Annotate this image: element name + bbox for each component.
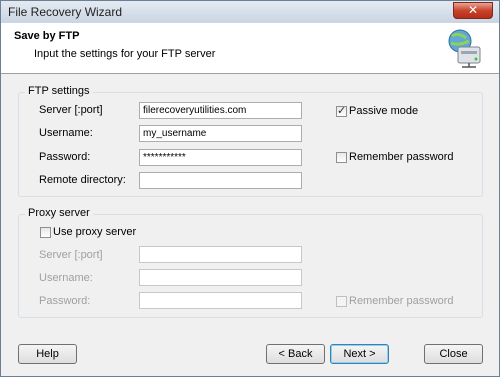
passive-mode-checkbox[interactable]: ✓ <box>336 104 347 117</box>
proxy-password-input[interactable] <box>139 292 302 309</box>
wizard-header: Save by FTP Input the settings for your … <box>1 23 499 74</box>
checkmark-icon: ✓ <box>337 104 347 117</box>
wizard-window: File Recovery Wizard ✕ Save by FTP Input… <box>0 0 500 377</box>
proxy-password-label: Password: <box>39 295 91 307</box>
proxy-username-label: Username: <box>39 272 93 284</box>
proxy-remember-password-label[interactable]: Remember password <box>349 295 454 307</box>
close-icon: ✕ <box>467 3 479 17</box>
window-close-button[interactable]: ✕ <box>453 2 493 19</box>
ftp-password-label: Password: <box>39 151 91 163</box>
ftp-password-input[interactable]: *********** <box>139 149 302 166</box>
ftp-server-label: Server [:port] <box>39 104 103 116</box>
ftp-remember-password-label[interactable]: Remember password <box>349 151 454 163</box>
ftp-network-drive-icon <box>448 29 481 68</box>
ftp-username-label: Username: <box>39 127 93 139</box>
close-button[interactable]: Close <box>424 344 483 364</box>
proxy-server-label: Server [:port] <box>39 249 103 261</box>
page-subtitle: Input the settings for your FTP server <box>34 48 216 60</box>
ftp-settings-legend: FTP settings <box>25 85 93 97</box>
next-button[interactable]: Next > <box>330 344 389 364</box>
proxy-remember-password-checkbox[interactable] <box>336 296 347 307</box>
title-bar[interactable]: File Recovery Wizard ✕ <box>1 1 499 23</box>
page-title: Save by FTP <box>14 30 80 42</box>
passive-mode-label[interactable]: Passive mode <box>349 105 418 117</box>
proxy-server-legend: Proxy server <box>25 207 93 219</box>
proxy-server-input[interactable] <box>139 246 302 263</box>
ftp-remote-directory-input[interactable] <box>139 172 302 189</box>
ftp-server-input[interactable]: filerecoveryutilities.com <box>139 102 302 119</box>
window-title: File Recovery Wizard <box>8 5 123 19</box>
ftp-remember-password-checkbox[interactable] <box>336 152 347 163</box>
use-proxy-label[interactable]: Use proxy server <box>53 226 136 238</box>
proxy-username-input[interactable] <box>139 269 302 286</box>
help-button[interactable]: Help <box>18 344 77 364</box>
ftp-remote-directory-label: Remote directory: <box>39 174 126 186</box>
use-proxy-checkbox[interactable] <box>40 227 51 238</box>
ftp-username-input[interactable]: my_username <box>139 125 302 142</box>
back-button[interactable]: < Back <box>266 344 325 364</box>
